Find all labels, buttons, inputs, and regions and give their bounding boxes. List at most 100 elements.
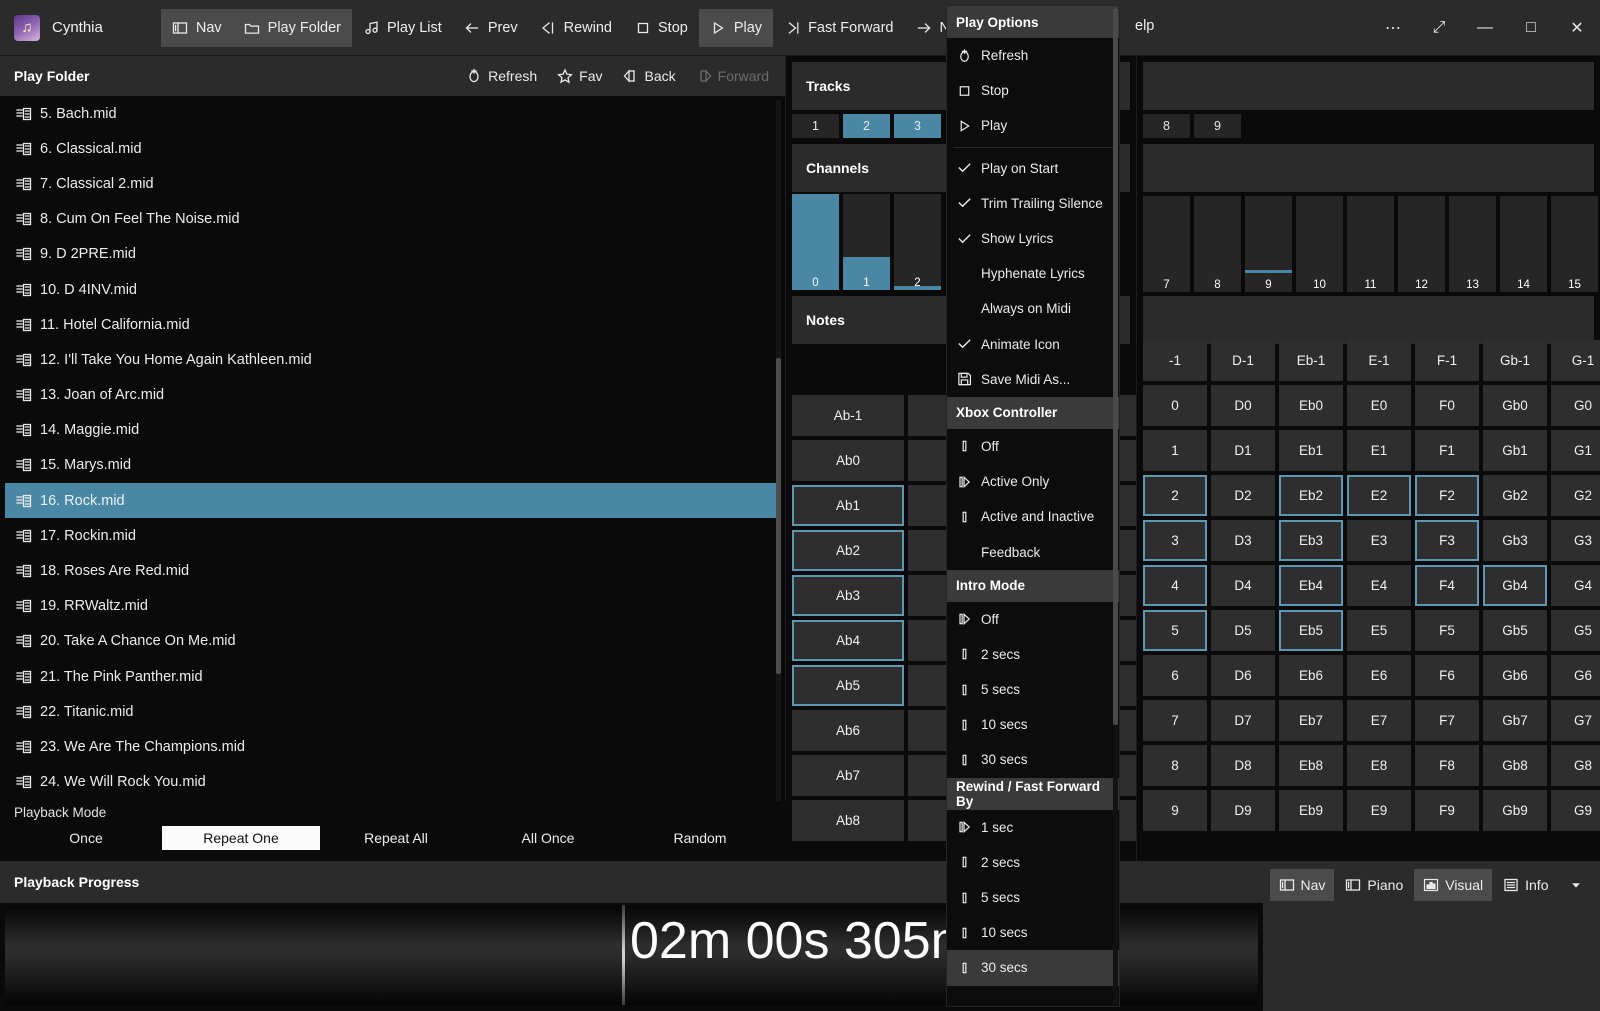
note-cell[interactable]: D7 [1211,700,1275,741]
menu-item-feedback[interactable]: Feedback [947,534,1119,569]
note-cell[interactable]: Eb6 [1279,655,1343,696]
note-cell[interactable]: F5 [1415,610,1479,651]
note-cell[interactable]: F6 [1415,655,1479,696]
note-cell[interactable]: D4 [1211,565,1275,606]
fullscreen-button[interactable]: ⤢ [1416,5,1462,51]
note-cell[interactable]: Eb5 [1279,610,1343,651]
note-cell[interactable]: 6 [1143,655,1207,696]
menu-item-30-secs[interactable]: 30 secs [947,742,1119,777]
note-cell[interactable]: F0 [1415,385,1479,426]
tracks-strip-right[interactable]: 89 [1137,110,1600,138]
note-cell[interactable]: D3 [1211,520,1275,561]
volume-on-icon[interactable] [1524,307,1550,333]
menu-item-trim-trailing-silence[interactable]: Trim Trailing Silence [947,186,1119,221]
toolbar-button-stop[interactable]: Stop [623,9,699,47]
view-button-visual[interactable]: Visual [1414,869,1492,901]
play-options-menu[interactable]: Play OptionsRefreshStopPlayPlay on Start… [947,6,1119,1006]
note-cell[interactable]: Eb8 [1279,745,1343,786]
maximize-button[interactable]: □ [1508,5,1554,51]
note-cell[interactable]: E8 [1347,745,1411,786]
note-cell[interactable]: G1 [1551,430,1600,471]
note-cell[interactable]: F4 [1415,565,1479,606]
note-cell[interactable]: Eb-1 [1279,340,1343,381]
channel-bar[interactable]: 15 [1551,196,1598,292]
note-cell[interactable]: E1 [1347,430,1411,471]
note-cell[interactable]: D6 [1211,655,1275,696]
playback-mode-all-once[interactable]: All Once [472,826,624,850]
note-cell[interactable]: Ab6 [792,710,904,751]
note-cell[interactable]: 2 [1143,475,1207,516]
file-list-item[interactable]: 24. We Will Rock You.mid [5,765,780,800]
note-cell[interactable]: F7 [1415,700,1479,741]
note-cell[interactable]: Gb8 [1483,745,1547,786]
track-chip[interactable]: 3 [894,114,941,138]
note-cell[interactable]: Gb0 [1483,385,1547,426]
note-cell[interactable]: 7 [1143,700,1207,741]
menu-item-10-secs[interactable]: 10 secs [947,707,1119,742]
file-list-item[interactable]: 8. Cum On Feel The Noise.mid [5,202,780,237]
volume-mute-icon[interactable] [1556,155,1582,181]
note-cell[interactable]: E4 [1347,565,1411,606]
note-cell[interactable]: D1 [1211,430,1275,471]
note-cell[interactable]: Eb3 [1279,520,1343,561]
track-chip[interactable]: 8 [1143,114,1190,138]
file-list-item[interactable]: 15. Marys.mid [5,448,780,483]
note-cell[interactable]: Ab1 [792,485,904,526]
help-menu-label[interactable]: elp [1135,18,1154,34]
menu-item-refresh[interactable]: Refresh [947,38,1119,73]
file-list-item[interactable]: 12. I'll Take You Home Again Kathleen.mi… [5,342,780,377]
note-cell[interactable]: Eb7 [1279,700,1343,741]
note-cell[interactable]: G-1 [1551,340,1600,381]
playback-mode-repeat-one[interactable]: Repeat One [162,826,320,850]
channel-bar[interactable]: 9 [1245,196,1292,292]
note-cell[interactable]: E-1 [1347,340,1411,381]
note-cell[interactable]: G5 [1551,610,1600,651]
note-cell[interactable]: G9 [1551,790,1600,831]
menu-item-10-secs[interactable]: 10 secs [947,915,1119,950]
note-cell[interactable]: F1 [1415,430,1479,471]
channel-bar[interactable]: 8 [1194,196,1241,292]
channel-bar[interactable]: 13 [1449,196,1496,292]
note-cell[interactable]: E5 [1347,610,1411,651]
menu-scrollbar[interactable] [1113,8,1118,1004]
channel-bar[interactable]: 10 [1296,196,1343,292]
note-cell[interactable]: F8 [1415,745,1479,786]
file-list-item[interactable]: 10. D 4INV.mid [5,272,780,307]
note-cell[interactable]: E7 [1347,700,1411,741]
file-list-item[interactable]: 7. Classical 2.mid [5,166,780,201]
note-cell[interactable]: 0 [1143,385,1207,426]
track-chip[interactable]: 9 [1194,114,1241,138]
note-cell[interactable]: Eb4 [1279,565,1343,606]
file-list-item[interactable]: 16. Rock.mid [5,483,780,518]
menu-item-hyphenate-lyrics[interactable]: Hyphenate Lyrics [947,256,1119,291]
note-cell[interactable]: 1 [1143,430,1207,471]
channel-bar[interactable]: 12 [1398,196,1445,292]
menu-item-play-on-start[interactable]: Play on Start [947,151,1119,186]
playback-mode-once[interactable]: Once [10,826,162,850]
file-list-item[interactable]: 21. The Pink Panther.mid [5,659,780,694]
channel-bar[interactable]: 14 [1500,196,1547,292]
channels-strip-right[interactable]: 789101112131415 [1137,192,1600,290]
file-list-item[interactable]: 20. Take A Chance On Me.mid [5,624,780,659]
note-cell[interactable]: D0 [1211,385,1275,426]
note-cell[interactable]: F-1 [1415,340,1479,381]
note-cell[interactable]: E9 [1347,790,1411,831]
scrollbar-thumb[interactable] [1113,8,1118,725]
note-cell[interactable]: F3 [1415,520,1479,561]
view-button-piano[interactable]: Piano [1336,869,1412,901]
channel-bar[interactable]: 7 [1143,196,1190,292]
minimize-button[interactable]: — [1462,5,1508,51]
file-list-item[interactable]: 11. Hotel California.mid [5,307,780,342]
note-cell[interactable]: Eb1 [1279,430,1343,471]
note-cell[interactable]: Gb3 [1483,520,1547,561]
play-folder-fav-button[interactable]: Fav [547,59,612,93]
playhead[interactable] [622,905,625,1005]
playback-mode-random[interactable]: Random [624,826,776,850]
note-cell[interactable]: Ab0 [792,440,904,481]
note-cell[interactable]: E2 [1347,475,1411,516]
chevron-down-icon[interactable] [1492,155,1518,181]
note-cell[interactable]: G6 [1551,655,1600,696]
file-list[interactable]: 5. Bach.mid6. Classical.mid7. Classical … [5,96,780,821]
menu-item-play[interactable]: Play [947,108,1119,143]
toolbar-button-prev[interactable]: Prev [453,9,529,47]
